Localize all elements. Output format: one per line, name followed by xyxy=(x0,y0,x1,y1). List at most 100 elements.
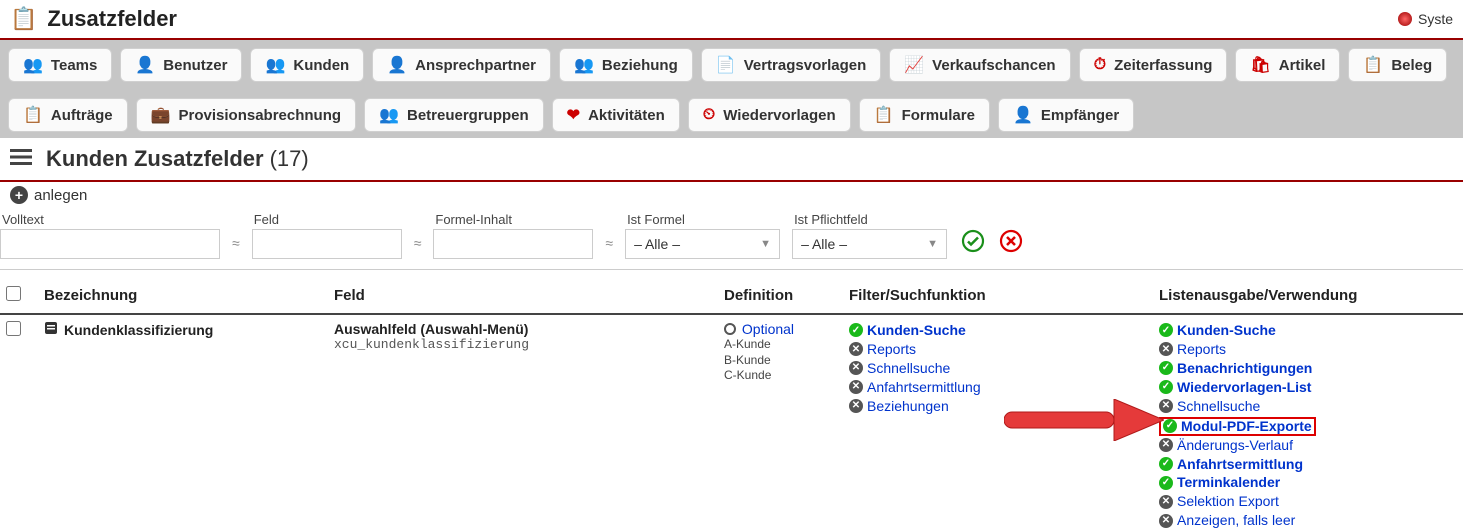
tab-artikel[interactable]: 🛍Artikel xyxy=(1235,48,1340,82)
col-bezeichnung[interactable]: Bezeichnung xyxy=(44,287,334,304)
list-icon xyxy=(10,148,32,171)
feature-toggle[interactable]: ✕Beziehungen xyxy=(849,397,1159,416)
tab-label: Verkaufschancen xyxy=(932,57,1055,74)
tab-label: Formulare xyxy=(902,107,975,124)
tab-icon: 📋 xyxy=(1363,55,1383,75)
select-value: – Alle – xyxy=(634,236,680,252)
check-icon: ✓ xyxy=(1159,476,1173,490)
filter-formel-input[interactable] xyxy=(433,229,593,259)
col-definition[interactable]: Definition xyxy=(724,287,849,304)
feature-toggle[interactable]: ✕Selektion Export xyxy=(1159,492,1457,511)
tab-label: Artikel xyxy=(1279,57,1326,74)
add-button[interactable]: + anlegen xyxy=(10,186,87,204)
tab-provisionsabrechnung[interactable]: 💼Provisionsabrechnung xyxy=(136,98,356,132)
tab-label: Empfänger xyxy=(1041,107,1119,124)
x-icon: ✕ xyxy=(1159,514,1173,528)
feature-toggle[interactable]: ✕Schnellsuche xyxy=(849,359,1159,378)
col-output[interactable]: Listenausgabe/Verwendung xyxy=(1159,287,1457,304)
tab-zeiterfassung[interactable]: ⏱Zeiterfassung xyxy=(1079,48,1228,82)
feature-link[interactable]: Schnellsuche xyxy=(1177,397,1260,416)
feature-toggle[interactable]: ✓Benachrichtigungen xyxy=(1159,359,1457,378)
filter-bar: Volltext ≈ Feld ≈ Formel-Inhalt ≈ Ist Fo… xyxy=(0,208,1463,270)
row-definition[interactable]: Optional xyxy=(724,321,849,337)
row-field-key: xcu_kundenklassifizierung xyxy=(334,337,724,352)
tab-aktivitäten[interactable]: ❤Aktivitäten xyxy=(552,98,680,132)
row-name[interactable]: Kundenklassifizierung xyxy=(44,321,334,338)
feature-link[interactable]: Anfahrtsermittlung xyxy=(867,378,981,397)
tab-benutzer[interactable]: 👤 Benutzer xyxy=(120,48,242,82)
feature-toggle[interactable]: ✕ Anzeigen, falls leer xyxy=(1159,511,1457,530)
feature-toggle[interactable]: ✕Reports xyxy=(1159,340,1457,359)
feature-toggle[interactable]: ✕Änderungs-Verlauf xyxy=(1159,436,1457,455)
select-value: – Alle – xyxy=(801,236,847,252)
feature-toggle[interactable]: ✕Reports xyxy=(849,340,1159,359)
feature-toggle[interactable]: ✕Schnellsuche xyxy=(1159,397,1457,416)
tab-icon: 👤 xyxy=(1013,105,1033,125)
feature-link[interactable]: Reports xyxy=(1177,340,1226,359)
row-checkbox[interactable] xyxy=(6,321,21,336)
tab-bar: 👥Teams👤Benutzer👥Kunden👤Ansprechpartner👥B… xyxy=(0,40,1463,138)
tab-icon: 👥 xyxy=(379,105,399,125)
feature-link[interactable]: Anzeigen, falls leer xyxy=(1177,511,1295,530)
page-header: 📋 Zusatzfelder Syste xyxy=(0,0,1463,40)
filter-istformel-select[interactable]: – Alle – ▼ xyxy=(625,229,780,259)
tab-betreuergruppen[interactable]: 👥 Betreuergruppen xyxy=(364,98,544,132)
feature-toggle[interactable]: ✓ Modul-PDF-Exporte xyxy=(1163,417,1312,436)
feature-link[interactable]: Schnellsuche xyxy=(867,359,950,378)
feature-link[interactable]: Wiedervorlagen-List xyxy=(1177,378,1311,397)
apply-filter-button[interactable] xyxy=(961,229,985,259)
tab-teams[interactable]: 👥Teams xyxy=(8,48,112,82)
feature-link[interactable]: Änderungs-Verlauf xyxy=(1177,436,1293,455)
clear-filter-button[interactable] xyxy=(999,229,1023,259)
chevron-down-icon: ▼ xyxy=(927,238,938,250)
feature-link[interactable]: Benachrichtigungen xyxy=(1177,359,1312,378)
feature-link[interactable]: Anfahrtsermittlung xyxy=(1177,455,1303,474)
check-icon: ✓ xyxy=(1163,419,1177,433)
row-filter-list: ✓Kunden-Suche✕Reports✕Schnellsuche✕Anfah… xyxy=(849,321,1159,415)
tab-kunden[interactable]: 👥Kunden xyxy=(250,48,364,82)
section-title: Kunden Zusatzfelder xyxy=(46,146,264,172)
tab-label: Aktivitäten xyxy=(588,107,665,124)
feature-toggle[interactable]: ✓Wiedervorlagen-List xyxy=(1159,378,1457,397)
plus-icon: + xyxy=(10,186,28,204)
tab-ansprechpartner[interactable]: 👤Ansprechpartner xyxy=(372,48,551,82)
select-all-checkbox[interactable] xyxy=(6,286,21,301)
col-filter[interactable]: Filter/Suchfunktion xyxy=(849,287,1159,304)
feature-link[interactable]: Terminkalender xyxy=(1177,473,1280,492)
tab-label: Betreuergruppen xyxy=(407,107,529,124)
approx-icon: ≈ xyxy=(605,235,613,259)
tab-icon: 👤 xyxy=(135,55,155,75)
feature-toggle[interactable]: ✓ Terminkalender xyxy=(1159,473,1457,492)
feature-link[interactable]: Reports xyxy=(867,340,916,359)
feature-toggle[interactable]: ✓ Anfahrtsermittlung xyxy=(1159,455,1457,474)
approx-icon: ≈ xyxy=(232,235,240,259)
filter-istpflicht-select[interactable]: – Alle – ▼ xyxy=(792,229,947,259)
highlighted-item: ✓ Modul-PDF-Exporte xyxy=(1159,417,1316,436)
feature-link[interactable]: Kunden-Suche xyxy=(1177,321,1276,340)
tab-icon: 📄 xyxy=(716,55,736,75)
toolbar: + anlegen xyxy=(0,182,1463,208)
tab-aufträge[interactable]: 📋Aufträge xyxy=(8,98,128,132)
tab-empfänger[interactable]: 👤 Empfänger xyxy=(998,98,1134,132)
filter-feld-input[interactable] xyxy=(252,229,402,259)
filter-volltext-input[interactable] xyxy=(0,229,220,259)
tab-wiedervorlagen[interactable]: ⏲Wiedervorlagen xyxy=(688,98,851,132)
feature-link[interactable]: Kunden-Suche xyxy=(867,321,966,340)
feature-toggle[interactable]: ✓Kunden-Suche xyxy=(1159,321,1457,340)
definition-link[interactable]: Optional xyxy=(742,321,794,337)
feature-link[interactable]: Selektion Export xyxy=(1177,492,1279,511)
feature-toggle[interactable]: ✕Anfahrtsermittlung xyxy=(849,378,1159,397)
tab-beziehung[interactable]: 👥Beziehung xyxy=(559,48,693,82)
tab-label: Benutzer xyxy=(163,57,227,74)
tab-formulare[interactable]: 📋Formulare xyxy=(859,98,990,132)
feature-link[interactable]: Beziehungen xyxy=(867,397,949,416)
feature-toggle[interactable]: ✓Kunden-Suche xyxy=(849,321,1159,340)
tab-beleg[interactable]: 📋Beleg xyxy=(1348,48,1447,82)
col-feld[interactable]: Feld xyxy=(334,287,724,304)
table-header: Bezeichnung Feld Definition Filter/Suchf… xyxy=(0,278,1463,315)
tab-icon: ⏱ xyxy=(1094,56,1106,74)
tab-vertragsvorlagen[interactable]: 📄Vertragsvorlagen xyxy=(701,48,881,82)
check-icon: ✓ xyxy=(1159,457,1173,471)
feature-link[interactable]: Modul-PDF-Exporte xyxy=(1181,417,1312,436)
tab-verkaufschancen[interactable]: 📈Verkaufschancen xyxy=(889,48,1070,82)
